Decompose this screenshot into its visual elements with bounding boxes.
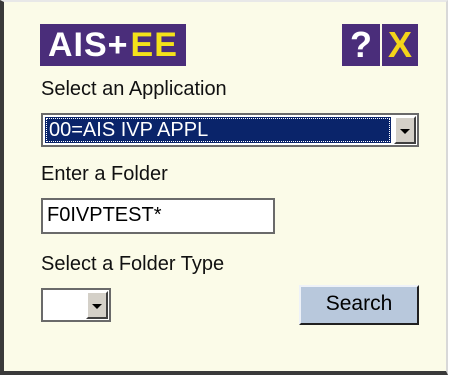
folder-label: Enter a Folder [41, 163, 168, 185]
close-icon[interactable]: X [382, 24, 418, 66]
folder-type-select[interactable] [41, 288, 111, 322]
logo-ee-text: EE [130, 24, 186, 66]
folder-input[interactable]: F0IVPTEST* [41, 198, 275, 234]
logo-ais-text: AIS+ [40, 24, 131, 66]
chevron-down-icon[interactable] [394, 116, 416, 144]
folder-type-label: Select a Folder Type [41, 253, 225, 275]
ais-ee-logo: AIS+ EE [40, 24, 186, 66]
help-icon[interactable]: ? [342, 24, 380, 66]
search-button[interactable]: Search [299, 285, 419, 325]
ais-panel: AIS+ EE ? X Select an Application 00=AIS … [0, 0, 448, 375]
application-select-value: 00=AIS IVP APPL [45, 117, 391, 143]
chevron-down-icon[interactable] [86, 291, 108, 319]
application-label: Select an Application [41, 78, 227, 100]
application-select[interactable]: 00=AIS IVP APPL [41, 113, 419, 147]
